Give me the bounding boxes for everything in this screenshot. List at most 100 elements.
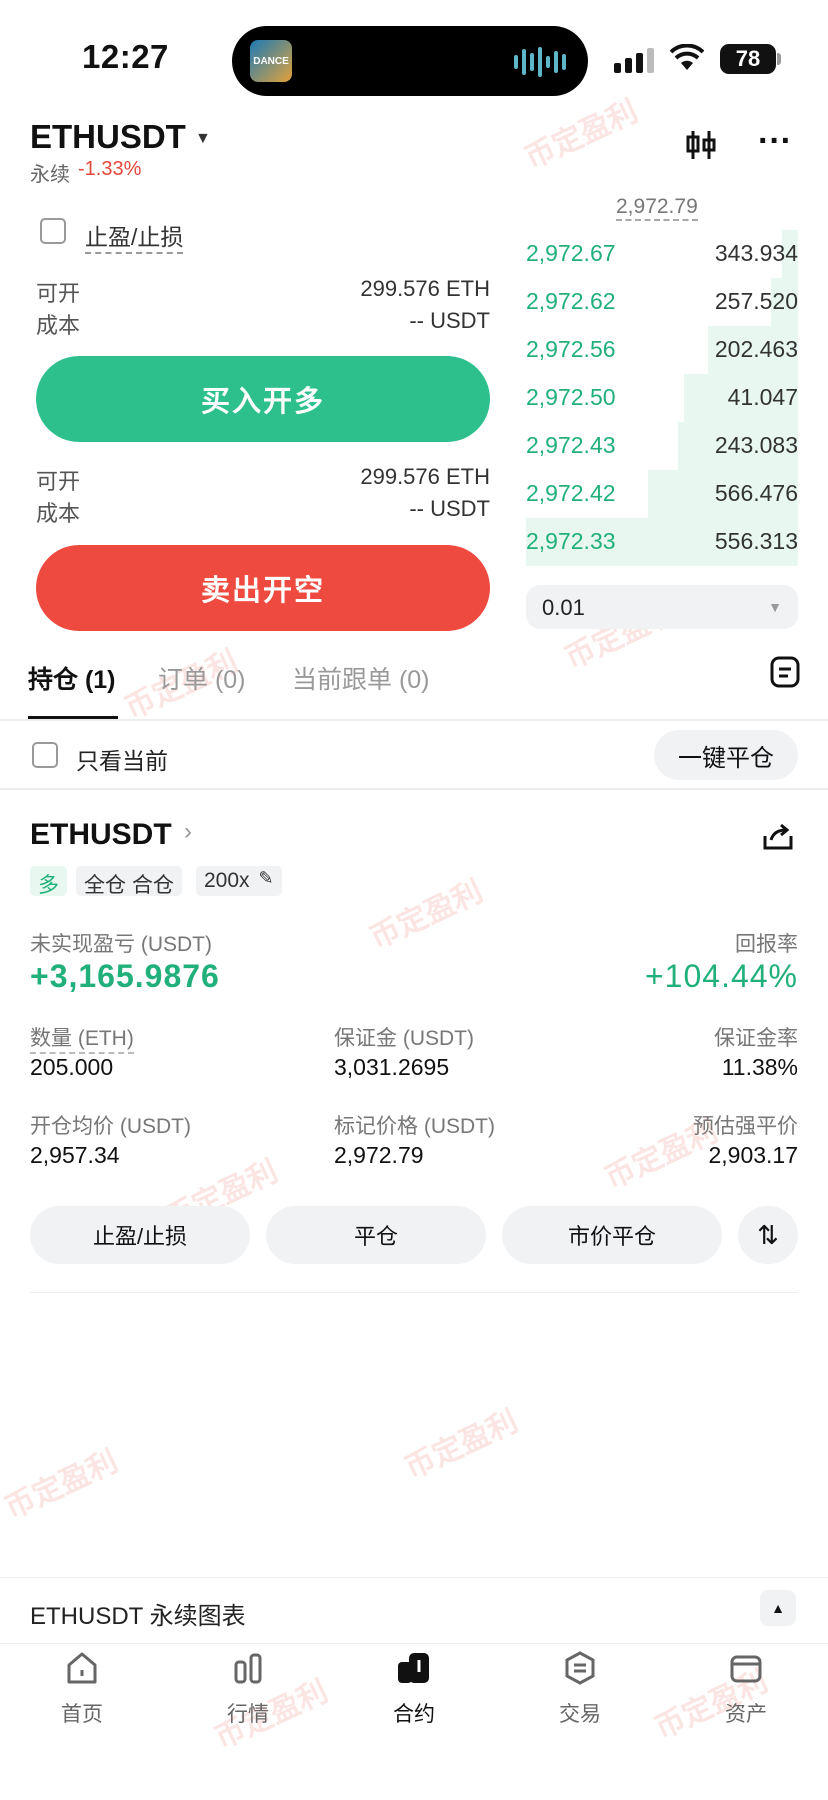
nav-assets-label: 资产 bbox=[725, 1703, 767, 1726]
liq-price-value: 2,903.17 bbox=[708, 1142, 798, 1168]
qty-label[interactable]: 数量 (ETH) bbox=[30, 1022, 134, 1054]
nav-home-label: 首页 bbox=[61, 1703, 103, 1726]
status-time: 12:27 bbox=[82, 38, 169, 75]
nav-divider bbox=[0, 1643, 828, 1644]
order-history-icon[interactable] bbox=[770, 656, 800, 693]
watermark: 币定盈利 bbox=[520, 94, 643, 176]
sell-short-button[interactable]: 卖出开空 bbox=[36, 545, 490, 631]
short-cost-value: -- USDT bbox=[409, 496, 490, 521]
orderbook-row[interactable]: 2,972.33 556.313 bbox=[526, 518, 798, 566]
close-all-button[interactable]: 一键平仓 bbox=[654, 730, 798, 780]
price-step-select[interactable]: 0.01 ▼ bbox=[526, 585, 798, 629]
wifi-icon bbox=[669, 43, 705, 80]
bid-quantity: 257.520 bbox=[714, 288, 798, 314]
watermark: 币定盈利 bbox=[400, 1404, 523, 1486]
bid-quantity: 243.083 bbox=[714, 432, 798, 458]
nav-market-label: 行情 bbox=[227, 1703, 269, 1726]
tab-copy-orders[interactable]: 当前跟单 (0) bbox=[292, 660, 430, 696]
card-divider bbox=[30, 1292, 798, 1293]
tpsl-button[interactable]: 止盈/止损 bbox=[30, 1206, 250, 1264]
long-open-value: 299.576 ETH bbox=[360, 276, 490, 301]
nav-trade[interactable]: 交易 bbox=[525, 1650, 635, 1728]
orderbook-row[interactable]: 2,972.50 41.047 bbox=[526, 374, 798, 422]
buy-long-button[interactable]: 买入开多 bbox=[36, 356, 490, 442]
market-close-button[interactable]: 市价平仓 bbox=[502, 1206, 722, 1264]
chevron-down-icon: ▼ bbox=[768, 599, 782, 615]
margin-value: 3,031.2695 bbox=[334, 1054, 450, 1080]
margin-ratio-value: 11.38% bbox=[721, 1054, 798, 1080]
bid-price: 2,972.56 bbox=[526, 336, 616, 362]
orderbook-row[interactable]: 2,972.43 243.083 bbox=[526, 422, 798, 470]
chevron-right-icon[interactable]: › bbox=[184, 818, 192, 846]
reference-price[interactable]: 2,972.79 bbox=[616, 195, 698, 221]
close-position-button[interactable]: 平仓 bbox=[266, 1206, 486, 1264]
symbol-selector[interactable]: ETHUSDT bbox=[30, 118, 186, 156]
long-cost-value: -- USDT bbox=[409, 308, 490, 333]
chevron-down-icon[interactable]: ▼ bbox=[195, 130, 211, 148]
position-symbol[interactable]: ETHUSDT bbox=[30, 818, 172, 852]
reverse-position-icon[interactable]: ⇅ bbox=[738, 1206, 798, 1264]
watermark: 币定盈利 bbox=[0, 1444, 123, 1526]
margin-mode-tag: 全仓 合仓 bbox=[76, 866, 182, 897]
mark-price-label: 标记价格 (USDT) bbox=[334, 1115, 495, 1138]
candlestick-chart-icon[interactable] bbox=[684, 128, 718, 170]
orderbook-row[interactable]: 2,972.62 257.520 bbox=[526, 278, 798, 326]
edit-icon[interactable]: ✎ bbox=[258, 868, 273, 889]
tab-positions[interactable]: 持仓 (1) bbox=[28, 660, 116, 696]
now-playing-artwork: DANCE bbox=[250, 40, 292, 82]
nav-assets[interactable]: 资产 bbox=[691, 1650, 801, 1728]
bid-price: 2,972.43 bbox=[526, 432, 616, 458]
bid-price: 2,972.67 bbox=[526, 240, 616, 266]
tpsl-checkbox[interactable] bbox=[40, 218, 66, 244]
orderbook-row[interactable]: 2,972.42 566.476 bbox=[526, 470, 798, 518]
mark-price-value: 2,972.79 bbox=[334, 1142, 424, 1168]
tabs-divider bbox=[0, 719, 828, 721]
bid-quantity: 566.476 bbox=[714, 480, 798, 506]
pnl-value: +3,165.9876 bbox=[30, 958, 220, 994]
leverage-tag[interactable]: 200x ✎ bbox=[196, 866, 282, 896]
roe-label: 回报率 bbox=[735, 933, 798, 956]
bid-price: 2,972.33 bbox=[526, 528, 616, 554]
market-icon bbox=[193, 1650, 303, 1694]
nav-trade-label: 交易 bbox=[559, 1703, 601, 1726]
current-only-checkbox[interactable] bbox=[32, 742, 58, 768]
audio-wave-icon bbox=[514, 46, 566, 78]
tab-orders[interactable]: 订单 (0) bbox=[158, 660, 246, 696]
entry-price-label: 开仓均价 (USDT) bbox=[30, 1115, 191, 1138]
more-icon[interactable]: ··· bbox=[758, 122, 792, 161]
filter-divider bbox=[0, 788, 828, 790]
futures-icon bbox=[359, 1650, 469, 1694]
nav-home[interactable]: 首页 bbox=[27, 1650, 137, 1728]
bid-price: 2,972.50 bbox=[526, 384, 616, 410]
share-icon[interactable] bbox=[762, 822, 794, 857]
nav-futures-label: 合约 bbox=[393, 1703, 435, 1726]
price-change: -1.33% bbox=[78, 158, 142, 180]
expand-up-icon[interactable]: ▲ bbox=[760, 1590, 796, 1626]
dynamic-island[interactable]: DANCE bbox=[232, 26, 588, 96]
orderbook-row[interactable]: 2,972.56 202.463 bbox=[526, 326, 798, 374]
short-open-value: 299.576 ETH bbox=[360, 464, 490, 489]
long-cost-label: 成本 bbox=[36, 313, 81, 338]
current-only-label: 只看当前 bbox=[76, 748, 168, 774]
orderbook-row[interactable]: 2,972.67 343.934 bbox=[526, 230, 798, 278]
battery-icon: 78 bbox=[720, 44, 776, 74]
qty-value: 205.000 bbox=[30, 1054, 114, 1080]
bid-quantity: 202.463 bbox=[714, 336, 798, 362]
pnl-label: 未实现盈亏 (USDT) bbox=[30, 933, 212, 956]
trade-icon bbox=[525, 1650, 635, 1694]
wallet-icon bbox=[691, 1650, 801, 1694]
bid-quantity: 556.313 bbox=[714, 528, 798, 554]
margin-ratio-label: 保证金率 bbox=[714, 1027, 798, 1050]
chart-bar-label[interactable]: ETHUSDT 永续图表 bbox=[30, 1596, 246, 1631]
short-cost-label: 成本 bbox=[36, 501, 81, 526]
nav-market[interactable]: 行情 bbox=[193, 1650, 303, 1728]
roe-value: +104.44% bbox=[644, 958, 798, 994]
chart-bar-divider bbox=[0, 1577, 828, 1578]
tpsl-label[interactable]: 止盈/止损 bbox=[85, 218, 184, 254]
home-icon bbox=[27, 1650, 137, 1694]
long-open-label: 可开 bbox=[36, 281, 81, 306]
short-open-label: 可开 bbox=[36, 469, 81, 494]
nav-futures[interactable]: 合约 bbox=[359, 1650, 469, 1728]
liq-price-label: 预估强平价 bbox=[693, 1115, 798, 1138]
signal-icon bbox=[614, 48, 654, 73]
